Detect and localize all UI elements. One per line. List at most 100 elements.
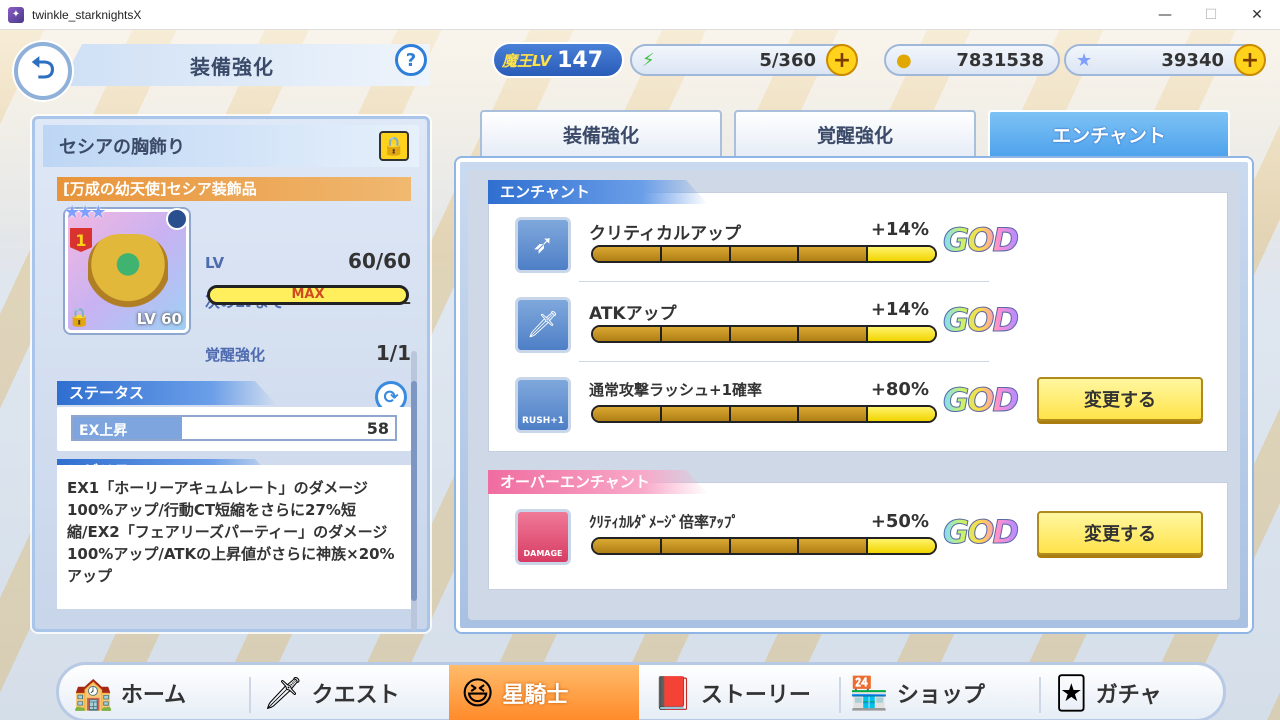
- rarity-stars: ★★★: [64, 202, 106, 223]
- level-label: 魔王LV: [502, 51, 552, 70]
- nav-story[interactable]: 📕 ストーリー: [653, 665, 811, 720]
- enchant-bar: [591, 325, 937, 343]
- over-enchant-box: DAMAGE ｸﾘﾃｨｶﾙﾀﾞﾒｰｼﾞ倍率ｱｯﾌﾟ +50% GOD 変更する: [488, 482, 1228, 590]
- exp-bar: MAX: [207, 285, 409, 305]
- lv-row: LV 60/60: [205, 249, 411, 273]
- enchant-name: ATKアップ: [589, 304, 677, 324]
- change-over-enchant-button[interactable]: 変更する: [1037, 511, 1203, 555]
- ex-stat-value: 58: [366, 419, 389, 438]
- nav-gacha[interactable]: 🃏 ガチャ: [1055, 665, 1162, 720]
- back-button[interactable]: ⮌: [14, 42, 72, 100]
- game-screen: 装備強化 ⮌ ? 魔王LV 147 ⚡ 5/360 + ● 7831538 ★ …: [0, 30, 1280, 720]
- god-rank-badge: GOD: [942, 301, 1019, 340]
- ability-scrollbar[interactable]: [411, 351, 417, 631]
- page-title-bar: 装備強化: [60, 44, 430, 86]
- scrollbar-thumb[interactable]: [411, 381, 417, 601]
- item-panel-header: セシアの胸飾り 🔒: [43, 125, 419, 167]
- stamina-value: 5/360: [759, 49, 816, 71]
- add-stamina-button[interactable]: +: [826, 44, 858, 76]
- gacha-card-icon: 🃏: [1055, 674, 1088, 712]
- enchant-name: 通常攻撃ラッシュ+1確率: [589, 381, 763, 399]
- enchant-row: 🗡 ATKアップ +14% GOD: [515, 295, 1215, 357]
- portrait-lock-icon: 🔒: [68, 307, 91, 328]
- enchant-panel: ➶ クリティカルアップ +14% GOD 🗡 ATKアップ +14% GOD R…: [456, 158, 1252, 632]
- over-enchant-name: ｸﾘﾃｨｶﾙﾀﾞﾒｰｼﾞ倍率ｱｯﾌﾟ: [589, 513, 740, 531]
- row-divider: [579, 281, 989, 282]
- item-portrait: ★★★ 1 🔒 LV 60: [64, 202, 189, 333]
- enchant-row: RUSH+1 通常攻撃ラッシュ+1確率 +80% GOD 変更する: [515, 375, 1215, 437]
- app-icon: ✦: [8, 6, 24, 23]
- awaken-row: 覚醒強化 1/1: [205, 341, 411, 365]
- nav-quest-label: クエスト: [311, 683, 400, 708]
- lock-button[interactable]: 🔒: [379, 131, 409, 161]
- nav-star-knight[interactable]: 😆 星騎士: [449, 665, 639, 720]
- maximize-button[interactable]: ☐: [1188, 0, 1234, 30]
- window-titlebar: ✦ twinkle_starknightsX — ☐ ✕: [0, 0, 1280, 30]
- star-counter: ★ 39340 +: [1064, 44, 1266, 76]
- home-icon: 🏫: [73, 674, 113, 712]
- rush-icon: RUSH+1: [515, 377, 571, 433]
- stamina-counter: ⚡ 5/360 +: [630, 44, 858, 76]
- item-detail-panel: セシアの胸飾り 🔒 [万成の幼天使]セシア装飾品 ★★★ 1 🔒 LV 60 L…: [32, 116, 430, 632]
- enchant-inner: ➶ クリティカルアップ +14% GOD 🗡 ATKアップ +14% GOD R…: [468, 170, 1240, 620]
- nav-divider: [839, 677, 841, 713]
- shop-icon: 🏪: [849, 674, 889, 712]
- nav-divider: [249, 677, 251, 713]
- damage-icon: DAMAGE: [515, 509, 571, 565]
- ability-text: EX1「ホーリーアキュムレート」のダメージ100%アップ/行動CT短縮をさらに2…: [57, 465, 411, 609]
- critical-icon: ➶: [515, 217, 571, 273]
- enchant-row: ➶ クリティカルアップ +14% GOD: [515, 215, 1215, 277]
- tab-enchant[interactable]: エンチャント: [988, 110, 1230, 158]
- coin-icon: ●: [896, 49, 912, 71]
- player-level-badge: 魔王LV 147: [492, 42, 624, 78]
- lv-label: LV: [205, 254, 225, 272]
- lightning-icon: ⚡: [642, 49, 655, 71]
- gem-icon: [166, 208, 188, 230]
- nav-shop[interactable]: 🏪 ショップ: [849, 665, 985, 720]
- book-icon: 📕: [653, 674, 693, 712]
- god-rank-badge: GOD: [942, 381, 1019, 420]
- coin-counter: ● 7831538: [884, 44, 1060, 76]
- enchant-header: エンチャント: [488, 180, 708, 204]
- refresh-icon: ⟳: [383, 386, 399, 408]
- nav-story-label: ストーリー: [700, 683, 811, 708]
- nav-divider: [1039, 677, 1041, 713]
- awaken-label: 覚醒強化: [205, 346, 266, 364]
- over-enchant-header: オーバーエンチャント: [488, 470, 708, 494]
- item-name: [万成の幼天使]セシア装飾品: [57, 177, 411, 201]
- brooch-image: [88, 234, 168, 310]
- enchant-bar: [591, 245, 937, 263]
- over-enchant-bar: [591, 537, 937, 555]
- status-header: ステータス: [57, 381, 277, 405]
- nav-home-label: ホーム: [120, 683, 187, 708]
- change-enchant-button[interactable]: 変更する: [1037, 377, 1203, 421]
- enchant-value: +14%: [870, 299, 929, 320]
- lv-value: 60/60: [348, 249, 411, 273]
- star-icon: ★: [1076, 49, 1093, 71]
- coin-value: 7831538: [956, 49, 1044, 71]
- enchant-box: ➶ クリティカルアップ +14% GOD 🗡 ATKアップ +14% GOD R…: [488, 192, 1228, 452]
- tab-equip-enhance[interactable]: 装備強化: [480, 110, 722, 158]
- nav-shop-label: ショップ: [896, 683, 985, 708]
- nav-gacha-label: ガチャ: [1095, 683, 1162, 708]
- star-value: 39340: [1161, 49, 1224, 71]
- sword-icon: 🗡: [515, 297, 571, 353]
- over-enchant-value: +50%: [870, 511, 929, 532]
- bottom-nav: 🏫 ホーム 🗡 クエスト 😆 星騎士 📕 ストーリー 🏪 ショップ 🃏 ガチャ: [56, 662, 1226, 720]
- status-box: EX上昇 58: [57, 407, 411, 451]
- ex-stat-row: EX上昇 58: [71, 415, 397, 441]
- window-title: twinkle_starknightsX: [32, 7, 142, 22]
- tab-awaken-enhance[interactable]: 覚醒強化: [734, 110, 976, 158]
- nav-quest[interactable]: 🗡 クエスト: [263, 665, 400, 720]
- portrait-level: LV 60: [136, 310, 182, 328]
- lock-icon: 🔒: [382, 135, 406, 157]
- nav-home[interactable]: 🏫 ホーム: [73, 665, 186, 720]
- close-button[interactable]: ✕: [1234, 0, 1280, 30]
- level-value: 147: [557, 47, 604, 73]
- enchant-name: クリティカルアップ: [589, 224, 741, 244]
- awaken-value: 1/1: [375, 341, 411, 365]
- enchant-value: +14%: [870, 219, 929, 240]
- add-stars-button[interactable]: +: [1234, 44, 1266, 76]
- minimize-button[interactable]: —: [1142, 0, 1188, 30]
- help-button[interactable]: ?: [395, 44, 427, 76]
